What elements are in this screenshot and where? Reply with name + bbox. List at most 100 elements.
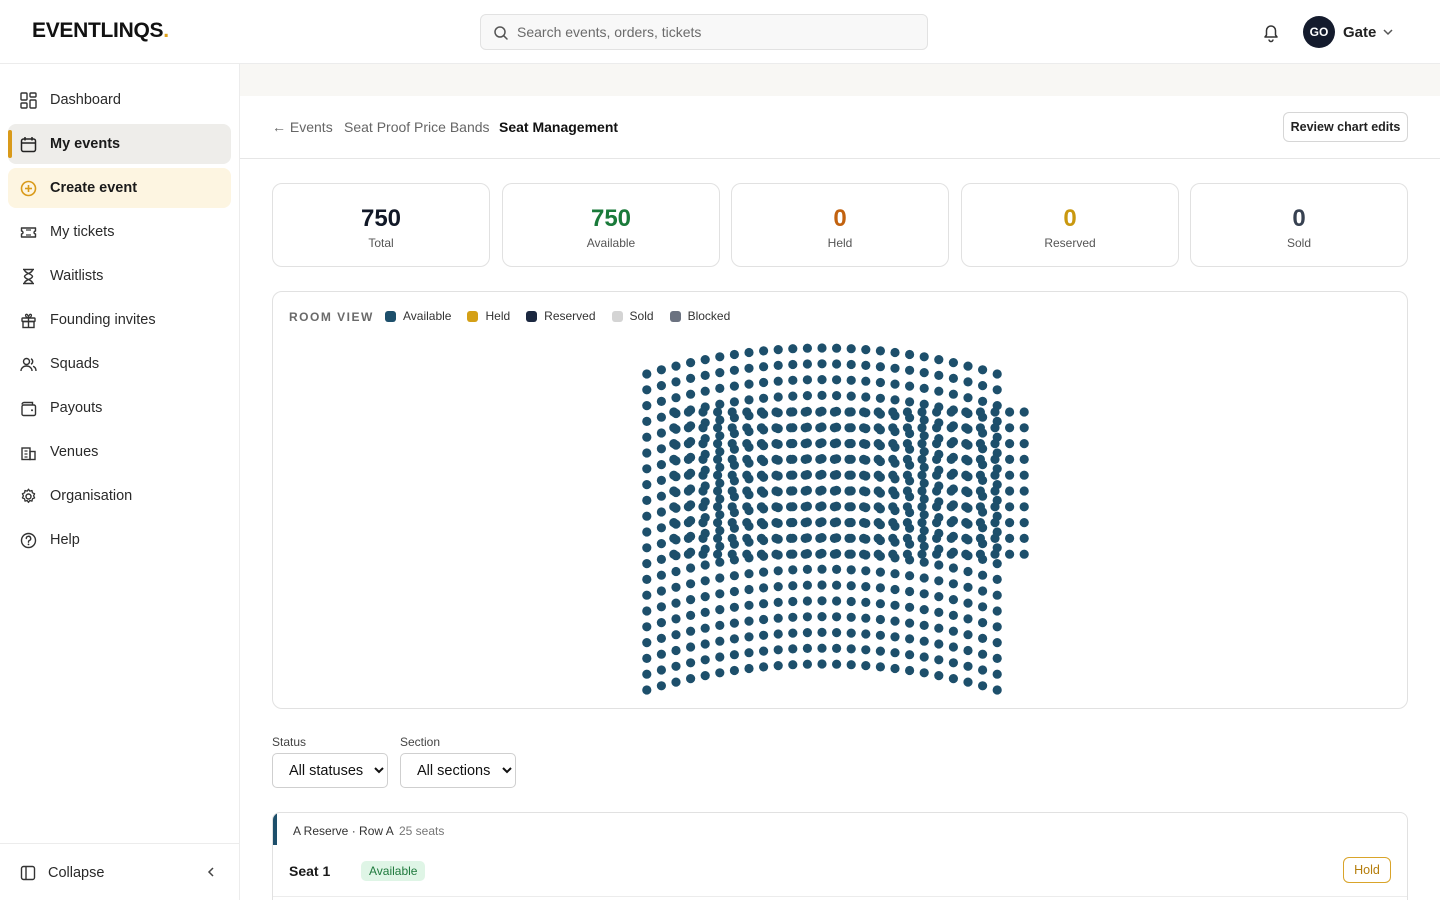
seat[interactable] (729, 650, 739, 660)
seat[interactable] (683, 486, 693, 496)
seat[interactable] (671, 393, 681, 403)
seat[interactable] (686, 563, 696, 573)
seat[interactable] (669, 439, 679, 449)
seat[interactable] (859, 486, 869, 496)
seat[interactable] (975, 470, 986, 480)
seat[interactable] (846, 644, 856, 654)
seat[interactable] (729, 365, 739, 375)
seat[interactable] (756, 439, 766, 449)
seat[interactable] (671, 566, 681, 577)
seat[interactable] (917, 486, 927, 496)
seat[interactable] (861, 566, 871, 576)
seat[interactable] (786, 486, 796, 496)
seat[interactable] (686, 626, 696, 636)
seat[interactable] (990, 533, 1000, 543)
seat[interactable] (905, 634, 915, 644)
hold-button[interactable]: Hold (1343, 857, 1391, 883)
seat[interactable] (771, 454, 781, 464)
seat[interactable] (846, 391, 856, 401)
seat[interactable] (861, 629, 871, 639)
seat[interactable] (713, 454, 723, 464)
seat[interactable] (861, 661, 871, 671)
seat[interactable] (902, 518, 913, 528)
seat[interactable] (656, 491, 666, 501)
seat[interactable] (642, 448, 652, 458)
seat[interactable] (919, 478, 929, 488)
seat[interactable] (686, 595, 696, 605)
seat[interactable] (932, 502, 942, 512)
seat[interactable] (1005, 454, 1015, 464)
seat[interactable] (963, 566, 973, 577)
seat[interactable] (802, 580, 813, 590)
seat[interactable] (890, 379, 900, 389)
seat[interactable] (992, 669, 1002, 679)
seat[interactable] (686, 658, 696, 668)
seat[interactable] (669, 423, 679, 433)
seat[interactable] (744, 648, 754, 658)
seat[interactable] (759, 393, 769, 403)
seat[interactable] (961, 502, 971, 512)
seat[interactable] (727, 470, 737, 480)
seat[interactable] (788, 581, 798, 591)
seat[interactable] (888, 423, 898, 433)
seat[interactable] (888, 518, 898, 528)
seat[interactable] (861, 376, 871, 386)
seat[interactable] (656, 507, 666, 517)
seat[interactable] (902, 502, 913, 512)
seat[interactable] (888, 486, 898, 496)
seat[interactable] (773, 645, 783, 655)
seat[interactable] (727, 486, 737, 496)
seat[interactable] (715, 462, 725, 472)
seat[interactable] (873, 454, 883, 464)
seat[interactable] (788, 359, 798, 370)
seat[interactable] (846, 375, 856, 385)
seat[interactable] (873, 533, 883, 543)
seat[interactable] (727, 533, 737, 543)
seat[interactable] (771, 439, 781, 449)
seat[interactable] (759, 346, 769, 356)
seat[interactable] (656, 570, 666, 580)
seat[interactable] (917, 407, 927, 417)
seat[interactable] (715, 478, 725, 488)
seat[interactable] (961, 470, 971, 480)
seat[interactable] (946, 502, 956, 512)
seat[interactable] (744, 363, 754, 373)
seat[interactable] (961, 486, 971, 496)
seat[interactable] (844, 549, 854, 559)
seat[interactable] (715, 636, 725, 646)
seat[interactable] (671, 582, 681, 592)
seat[interactable] (802, 375, 813, 385)
seat[interactable] (917, 439, 927, 449)
seat[interactable] (642, 622, 652, 632)
seat[interactable] (771, 470, 781, 480)
seat[interactable] (978, 665, 988, 675)
seat[interactable] (715, 399, 725, 409)
seat[interactable] (713, 407, 723, 417)
seat[interactable] (771, 407, 781, 417)
seat[interactable] (700, 370, 710, 380)
seat[interactable] (671, 645, 681, 656)
seat[interactable] (713, 486, 723, 496)
seat[interactable] (756, 502, 766, 512)
seat[interactable] (788, 660, 798, 670)
seat[interactable] (744, 584, 754, 595)
avatar[interactable]: GO (1303, 16, 1335, 48)
seat[interactable] (888, 533, 898, 543)
seat[interactable] (786, 470, 796, 480)
seat[interactable] (773, 376, 783, 386)
bell-icon[interactable] (1260, 21, 1282, 43)
seat[interactable] (759, 630, 769, 640)
seat[interactable] (846, 660, 856, 670)
seat[interactable] (919, 668, 929, 678)
seat[interactable] (961, 407, 971, 417)
seat[interactable] (683, 454, 693, 464)
seat[interactable] (642, 590, 652, 600)
seat[interactable] (817, 596, 827, 606)
seat[interactable] (671, 614, 681, 624)
seat[interactable] (992, 622, 1002, 632)
seat[interactable] (642, 369, 652, 379)
seat[interactable] (975, 533, 986, 543)
seat[interactable] (829, 439, 840, 449)
seat[interactable] (800, 454, 810, 464)
seat[interactable] (727, 549, 737, 559)
